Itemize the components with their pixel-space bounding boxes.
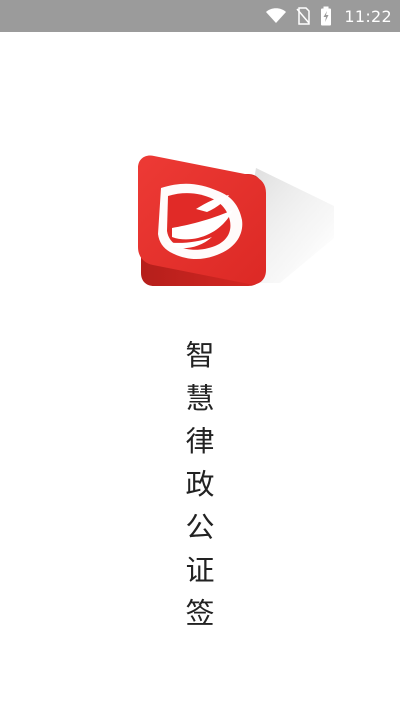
shield-logo-icon — [138, 155, 266, 286]
title-char-2: 慧 — [185, 381, 215, 415]
app-title-vertical: 智 慧 律 政 公 证 签 — [178, 340, 222, 640]
no-sim-icon — [296, 7, 311, 25]
title-char-1: 智 — [185, 338, 215, 372]
title-char-3: 律 — [185, 424, 215, 458]
title-char-4: 政 — [185, 467, 215, 501]
title-char-7: 签 — [185, 596, 215, 630]
status-bar: 11:22 — [0, 0, 400, 32]
status-icons: 11:22 — [266, 0, 392, 32]
wifi-icon — [266, 8, 287, 24]
status-time: 11:22 — [344, 6, 392, 26]
title-char-6: 证 — [185, 553, 215, 587]
battery-charging-icon — [320, 6, 332, 26]
app-logo — [130, 148, 350, 308]
splash-screen: 11:22 智 慧 律 政 公 证 签 — [0, 0, 400, 711]
title-char-5: 公 — [185, 510, 215, 544]
